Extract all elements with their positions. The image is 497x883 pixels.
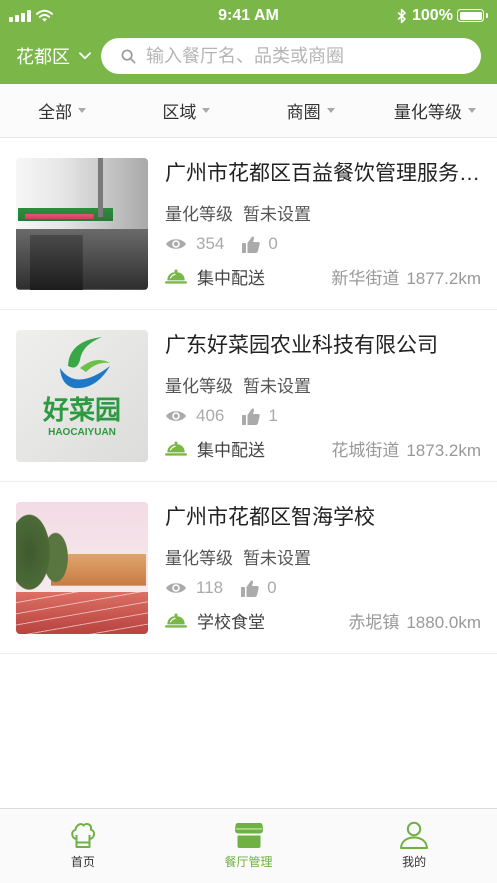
search-icon (121, 49, 136, 64)
stats-row: 406 1 (165, 405, 278, 427)
triangle-down-icon (78, 108, 87, 113)
restaurant-list-item[interactable]: 广州市花都区智海学校 量化等级 暂未设置 118 0 学校食堂 赤坭镇 1880… (0, 482, 497, 654)
filter-grade[interactable]: 量化等级 (373, 84, 497, 137)
grade-label: 量化等级 (165, 205, 233, 224)
restaurant-list-item[interactable]: 广州市花都区百益餐饮管理服务… 量化等级 暂未设置 354 0 集中配送 新华街… (0, 138, 497, 310)
category-row: 集中配送 新华街道 1877.2km (165, 264, 481, 289)
app-screen: 9:41 AM 100% 花都区 全部 区域 (0, 0, 497, 883)
grade-value: 暂未设置 (243, 377, 311, 396)
tab-label: 首页 (70, 855, 95, 869)
cloche-icon (165, 440, 187, 456)
chevron-down-icon (79, 52, 91, 60)
tab-bar: 首页 餐厅管理 我的 (0, 808, 497, 883)
battery-cap (485, 12, 488, 18)
cloche-icon (165, 612, 187, 628)
eye-icon (165, 237, 187, 251)
header-bar: 花都区 (0, 38, 497, 74)
filter-label: 商圈 (286, 103, 321, 122)
restaurant-name: 广东好菜园农业科技有限公司 (165, 334, 438, 357)
category-label: 集中配送 (197, 268, 265, 288)
distance: 1877.2km (406, 268, 481, 288)
street-name: 赤坭镇 (348, 612, 400, 632)
view-count: 118 (196, 578, 224, 597)
filter-label: 区域 (162, 103, 197, 122)
eye-icon (165, 409, 187, 423)
stats-row: 354 0 (165, 233, 278, 255)
street-name: 新华街道 (331, 268, 400, 288)
filter-business-area[interactable]: 商圈 (249, 84, 373, 137)
restaurant-list-item[interactable]: 好菜园 HAOCAIYUAN 广东好菜园农业科技有限公司 量化等级 暂未设置 40… (0, 310, 497, 482)
grade-row: 量化等级 暂未设置 (165, 204, 311, 226)
view-count: 354 (196, 234, 225, 253)
distance: 1880.0km (406, 612, 481, 632)
thumbs-up-icon (242, 236, 261, 253)
city-selector[interactable]: 花都区 (16, 38, 91, 74)
street-name: 花城街道 (331, 440, 400, 460)
battery-icon (457, 9, 488, 22)
filter-label: 全部 (38, 103, 73, 122)
view-count: 406 (196, 406, 225, 425)
like-count: 0 (268, 234, 278, 253)
like-count: 1 (268, 406, 278, 425)
restaurant-name: 广州市花都区智海学校 (165, 506, 375, 529)
logo-subtext: HAOCAIYUAN (48, 427, 116, 438)
tab-mine[interactable]: 我的 (331, 809, 497, 883)
tab-restaurant-management[interactable]: 餐厅管理 (166, 809, 332, 883)
bluetooth-icon (397, 8, 407, 24)
triangle-down-icon (202, 108, 211, 113)
city-name: 花都区 (16, 47, 70, 67)
logo-text: 好菜园 (42, 395, 121, 425)
location: 花城街道 1873.2km (331, 436, 481, 461)
restaurant-photo (16, 502, 148, 634)
grade-value: 暂未设置 (243, 205, 311, 224)
grade-value: 暂未设置 (243, 549, 311, 568)
like-count: 0 (267, 578, 277, 597)
tab-home[interactable]: 首页 (0, 809, 166, 883)
category-label: 学校食堂 (197, 612, 265, 632)
restaurant-list: 广州市花都区百益餐饮管理服务… 量化等级 暂未设置 354 0 集中配送 新华街… (0, 138, 497, 654)
search-box[interactable] (101, 38, 481, 74)
category-row: 学校食堂 赤坭镇 1880.0km (165, 608, 481, 633)
tab-label: 餐厅管理 (224, 855, 273, 869)
grade-row: 量化等级 暂未设置 (165, 376, 311, 398)
battery-level (459, 11, 482, 20)
triangle-down-icon (326, 108, 335, 113)
filter-bar: 全部 区域 商圈 量化等级 (0, 84, 497, 138)
chef-hat-icon (68, 821, 98, 849)
restaurant-name: 广州市花都区百益餐饮管理服务… (165, 162, 480, 185)
grade-row: 量化等级 暂未设置 (165, 548, 311, 570)
thumbs-up-icon (241, 580, 259, 597)
tab-label: 我的 (402, 855, 427, 869)
search-input[interactable] (146, 38, 468, 74)
grade-label: 量化等级 (165, 549, 233, 568)
category-label: 集中配送 (197, 440, 265, 460)
thumbs-up-icon (242, 408, 261, 425)
location: 赤坭镇 1880.0km (348, 608, 481, 633)
location: 新华街道 1877.2km (331, 264, 481, 289)
filter-label: 量化等级 (393, 103, 462, 122)
eye-icon (165, 581, 187, 595)
storefront-icon (234, 821, 264, 849)
category-row: 集中配送 花城街道 1873.2km (165, 436, 481, 461)
restaurant-logo: 好菜园 HAOCAIYUAN (16, 330, 148, 462)
person-icon (399, 821, 429, 849)
filter-district[interactable]: 区域 (124, 84, 248, 137)
restaurant-photo (16, 158, 148, 290)
status-bar: 9:41 AM 100% (0, 0, 497, 32)
distance: 1873.2km (406, 440, 481, 460)
cloche-icon (165, 268, 187, 284)
grade-label: 量化等级 (165, 377, 233, 396)
triangle-down-icon (467, 108, 476, 113)
battery-percent: 100% (412, 7, 453, 24)
filter-all[interactable]: 全部 (0, 84, 124, 137)
stats-row: 118 0 (165, 577, 277, 599)
